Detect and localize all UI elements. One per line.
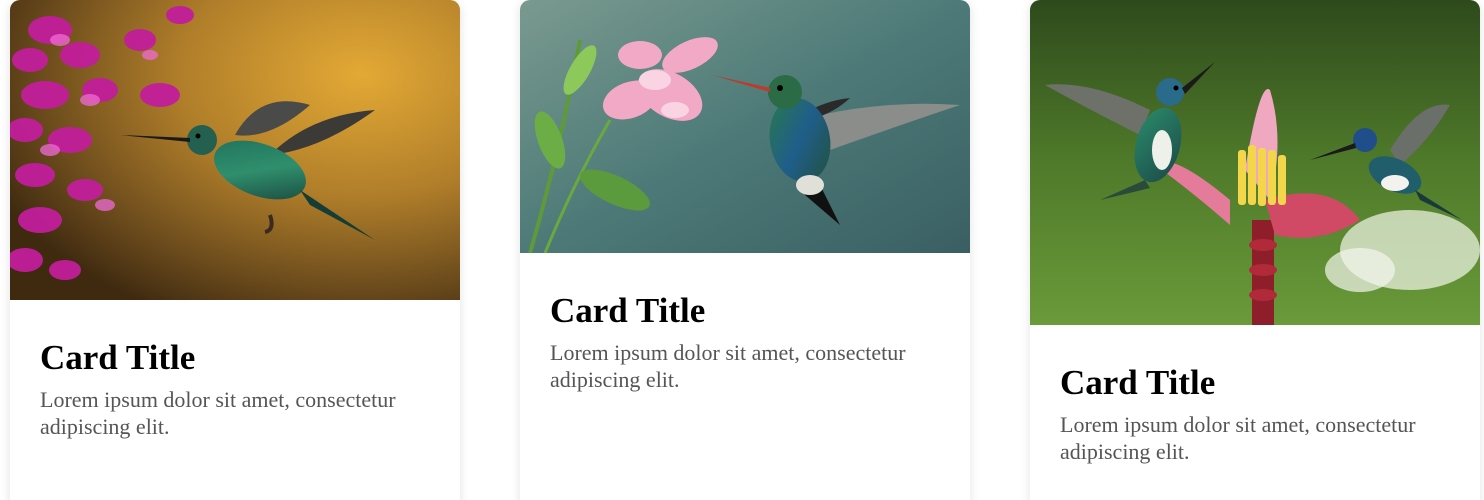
card-text: Lorem ipsum dolor sit amet, consectetur …	[40, 387, 396, 439]
card-body: Card Title Lorem ipsum dolor sit amet, c…	[10, 300, 460, 440]
card-grid: Card Title Lorem ipsum dolor sit amet, c…	[0, 0, 1484, 500]
card-text: Lorem ipsum dolor sit amet, consectetur …	[1060, 412, 1416, 464]
card[interactable]: Card Title Lorem ipsum dolor sit amet, c…	[1030, 0, 1480, 500]
card-body: Card Title Lorem ipsum dolor sit amet, c…	[520, 253, 970, 393]
card-text: Lorem ipsum dolor sit amet, consectetur …	[550, 340, 906, 392]
card-title: Card Title	[1060, 363, 1216, 402]
card[interactable]: Card Title Lorem ipsum dolor sit amet, c…	[10, 0, 460, 500]
card-image-hummingbirds-banana-flower	[1030, 0, 1480, 325]
card-image-hummingbird-pink-flower	[520, 0, 970, 253]
card-image-hummingbird-magenta-flowers	[10, 0, 460, 300]
card-body: Card Title Lorem ipsum dolor sit amet, c…	[1030, 325, 1480, 465]
card-title: Card Title	[550, 291, 706, 330]
card[interactable]: Card Title Lorem ipsum dolor sit amet, c…	[520, 0, 970, 500]
card-title: Card Title	[40, 338, 196, 377]
